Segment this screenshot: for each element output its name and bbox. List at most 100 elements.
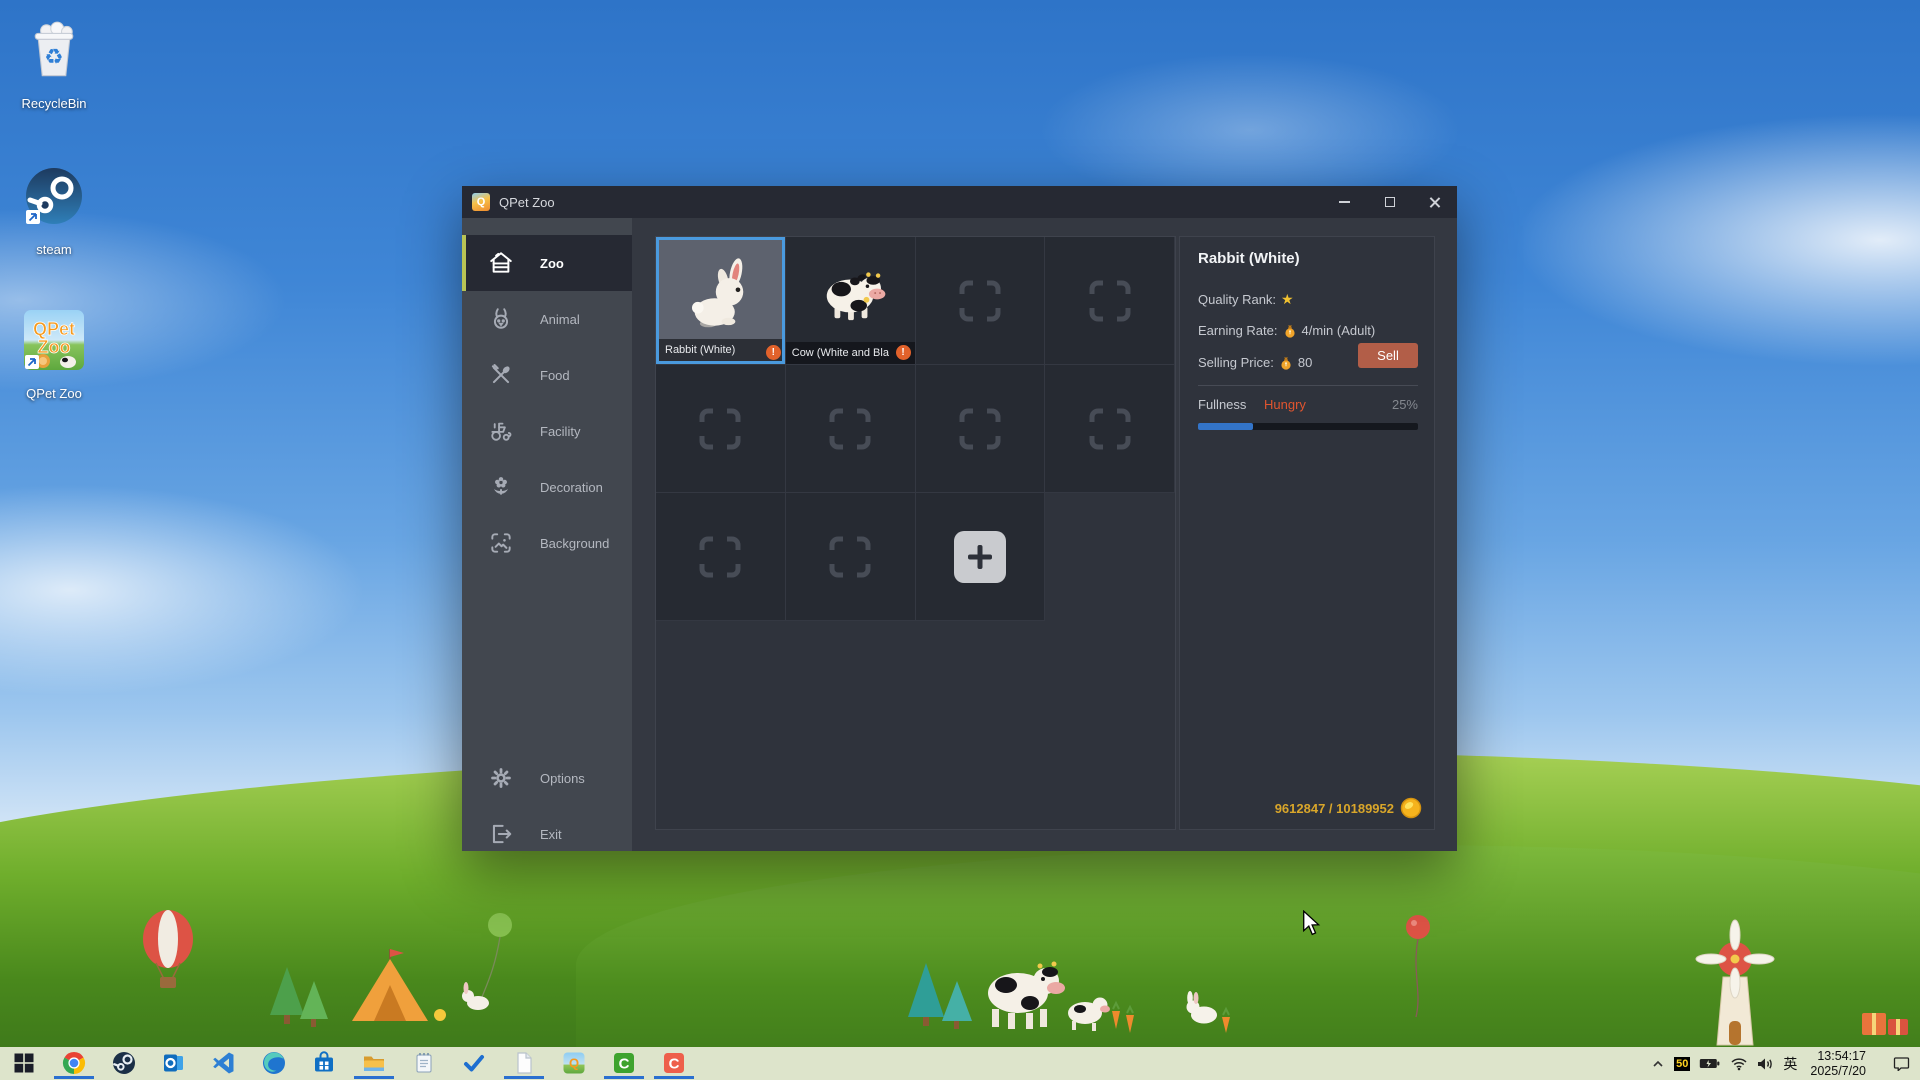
desktop-icon-label: steam (8, 242, 100, 257)
empty-slot-icon (656, 493, 785, 620)
sidebar-item-decoration[interactable]: Decoration (462, 459, 632, 515)
start-taskbar-icon[interactable] (11, 1050, 37, 1076)
outlook-taskbar-icon[interactable] (161, 1050, 187, 1076)
vscode-taskbar-icon[interactable] (211, 1050, 237, 1076)
sidebar-item-label: Food (540, 368, 570, 383)
explorer-taskbar-icon[interactable] (361, 1050, 387, 1076)
decoration-icon (488, 474, 514, 500)
document-taskbar-icon[interactable] (511, 1050, 537, 1076)
sidebar-item-zoo[interactable]: Zoo (462, 235, 632, 291)
running-indicator (654, 1076, 694, 1079)
alert-badge: ! (766, 345, 781, 360)
price-value: 80 (1298, 355, 1312, 370)
steam-taskbar-icon[interactable] (111, 1050, 137, 1076)
steam-icon (22, 152, 86, 240)
close-icon (1428, 196, 1441, 209)
empty-slot[interactable] (1045, 237, 1175, 365)
running-indicator (604, 1076, 644, 1079)
svg-text:Q: Q (569, 1056, 579, 1071)
animal-icon (488, 306, 514, 332)
facility-icon (488, 418, 514, 444)
minimize-button[interactable] (1322, 186, 1367, 218)
system-tray: 50 英 13:54:17 2025/7/20 (1651, 1047, 1910, 1080)
empty-slot[interactable] (916, 365, 1046, 493)
battery-percent-badge[interactable]: 50 (1674, 1057, 1690, 1071)
running-indicator (354, 1076, 394, 1079)
sidebar: Zoo Animal Food Facility DecorationBackgroun… (462, 218, 632, 851)
animal-detail-panel: Rabbit (White) Quality Rank: ★ Earning R… (1179, 236, 1435, 830)
zoo-icon (488, 250, 514, 276)
ime-indicator[interactable]: 英 (1783, 1054, 1797, 1074)
camtasia-rec-taskbar-icon[interactable]: C (661, 1050, 687, 1076)
fullness-label: Fullness (1198, 397, 1246, 412)
sell-button[interactable]: Sell (1358, 343, 1418, 368)
sidebar-item-facility[interactable]: Facility (462, 403, 632, 459)
add-animal-cell (916, 493, 1046, 621)
background-icon (488, 530, 514, 556)
store-taskbar-icon[interactable] (311, 1050, 337, 1076)
taskbar: Q C C 50 英 13:54:17 2025/7/20 (0, 1047, 1920, 1080)
earning-label: Earning Rate: (1198, 323, 1278, 338)
add-animal-button[interactable] (954, 531, 1006, 583)
empty-slot-icon (916, 237, 1045, 364)
clock-time: 13:54:17 (1810, 1049, 1866, 1064)
desktop: { "window": { "title": "QPet Zoo", "side… (0, 0, 1920, 1080)
running-indicator (504, 1076, 544, 1079)
window-titlebar[interactable]: Q QPet Zoo (462, 186, 1457, 218)
empty-slot[interactable] (1045, 365, 1175, 493)
chrome-taskbar-icon[interactable] (61, 1050, 87, 1076)
money-value: 9612847 / 10189952 (1275, 801, 1394, 816)
money-counter: 9612847 / 10189952 (1275, 797, 1422, 819)
price-row: Selling Price: 80 (1198, 355, 1312, 370)
sidebar-item-label: Zoo (540, 256, 564, 271)
rabbit-image (656, 237, 785, 350)
desktop-icon-recycle-bin[interactable]: ♻RecycleBin (8, 6, 100, 111)
animal-slot-rabbit[interactable]: Rabbit (White)! (656, 237, 786, 365)
minimize-icon (1339, 201, 1350, 203)
desktop-icon-label: QPet Zoo (8, 386, 100, 401)
star-icon: ★ (1281, 291, 1294, 308)
empty-slot[interactable] (786, 365, 916, 493)
maximize-icon (1385, 197, 1395, 207)
fullness-progress-bar (1198, 423, 1418, 430)
earning-value: 4/min (Adult) (1302, 323, 1376, 338)
empty-slot[interactable] (786, 493, 916, 621)
empty-slot[interactable] (656, 493, 786, 621)
edge-taskbar-icon[interactable] (261, 1050, 287, 1076)
quality-label: Quality Rank: (1198, 292, 1276, 307)
maximize-button[interactable] (1367, 186, 1412, 218)
sidebar-item-options[interactable]: Options (462, 750, 632, 806)
speaker-icon[interactable] (1757, 1057, 1774, 1071)
taskbar-clock[interactable]: 13:54:17 2025/7/20 (1810, 1049, 1866, 1079)
recycle-bin-icon: ♻ (22, 6, 86, 94)
todo-check-taskbar-icon[interactable] (461, 1050, 487, 1076)
svg-text:Zoo: Zoo (38, 337, 71, 357)
empty-slot-icon (1045, 365, 1174, 492)
sidebar-item-food[interactable]: Food (462, 347, 632, 403)
empty-slot[interactable] (656, 365, 786, 493)
empty-slot-icon (786, 493, 915, 620)
qpet-zoo-taskbar-icon[interactable]: Q (561, 1050, 587, 1076)
sidebar-item-background[interactable]: Background (462, 515, 632, 571)
camtasia-taskbar-icon[interactable]: C (611, 1050, 637, 1076)
empty-slot[interactable] (916, 237, 1046, 365)
money-bag-icon (1279, 356, 1293, 370)
close-button[interactable] (1412, 186, 1457, 218)
notification-icon[interactable] (1893, 1056, 1910, 1071)
sidebar-item-exit[interactable]: Exit (462, 806, 632, 862)
desktop-icon-qpet-zoo[interactable]: QPetZooQPet Zoo (8, 296, 100, 401)
sidebar-item-label: Exit (540, 827, 562, 842)
svg-text:C: C (619, 1056, 630, 1073)
wifi-icon[interactable] (1730, 1057, 1748, 1071)
svg-text:♻: ♻ (44, 45, 63, 70)
tray-chevron-icon[interactable] (1651, 1057, 1665, 1071)
quality-row: Quality Rank: ★ (1198, 291, 1294, 308)
fullness-state: Hungry (1264, 397, 1306, 412)
notepad-taskbar-icon[interactable] (411, 1050, 437, 1076)
desktop-icon-steam[interactable]: steam (8, 152, 100, 257)
sidebar-item-label: Facility (540, 424, 580, 439)
empty-slot-icon (916, 365, 1045, 492)
battery-icon[interactable] (1699, 1057, 1721, 1070)
sidebar-item-animal[interactable]: Animal (462, 291, 632, 347)
animal-slot-cow[interactable]: Cow (White and Bla! (786, 237, 916, 365)
